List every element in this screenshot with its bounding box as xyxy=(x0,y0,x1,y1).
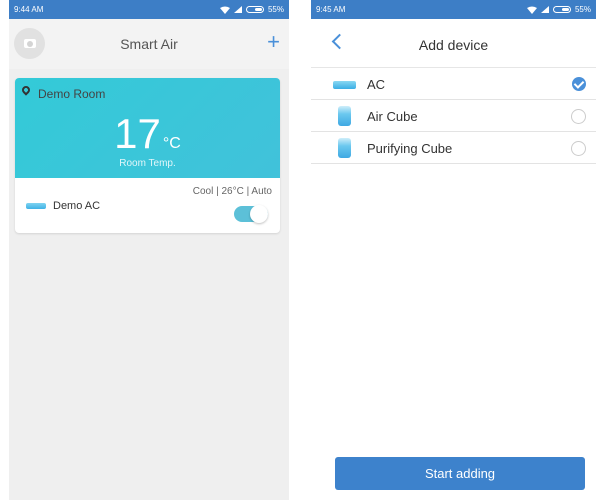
device-row-demo-ac[interactable]: Demo AC Cool | 26°C | Auto xyxy=(15,178,280,233)
purifying-cube-icon xyxy=(338,138,351,158)
list-item-label: Purifying Cube xyxy=(367,141,453,156)
status-bar: 9:45 AM 55% xyxy=(311,0,596,19)
signal-icon xyxy=(233,6,242,13)
start-adding-button[interactable]: Start adding xyxy=(335,457,585,490)
device-name: Demo AC xyxy=(53,200,101,212)
battery-level: 55% xyxy=(267,5,284,14)
signal-icon xyxy=(540,6,549,13)
list-item-ac[interactable]: AC xyxy=(311,68,596,100)
ac-icon xyxy=(333,81,356,89)
list-item-air-cube[interactable]: Air Cube xyxy=(311,100,596,132)
battery-icon xyxy=(552,6,571,13)
status-bar: 9:44 AM 55% xyxy=(9,0,289,19)
room-card[interactable]: Demo Room 17 °C Room Temp. Demo AC Cool |… xyxy=(15,78,280,233)
radio-unchecked-icon[interactable] xyxy=(571,141,586,156)
wifi-icon xyxy=(219,6,230,14)
page-title: Smart Air xyxy=(120,36,178,52)
temperature-unit: °C xyxy=(162,135,181,152)
list-item-label: AC xyxy=(367,77,386,92)
room-temperature-panel: Demo Room 17 °C Room Temp. xyxy=(15,78,280,178)
toggle-knob xyxy=(250,205,268,223)
list-item-purifying-cube[interactable]: Purifying Cube xyxy=(311,132,596,164)
battery-icon xyxy=(245,6,264,13)
add-device-screen: 9:45 AM 55% Add device AC Air Cube Purif… xyxy=(311,0,596,500)
temperature-display: 17 °C xyxy=(15,113,280,155)
header: Smart Air + xyxy=(9,19,289,69)
page-title: Add device xyxy=(418,37,489,53)
location-pin-icon xyxy=(20,84,32,96)
device-status: Cool | 26°C | Auto xyxy=(192,186,272,197)
status-time: 9:44 AM xyxy=(14,5,44,14)
header: Add device xyxy=(311,19,596,68)
radio-checked-icon[interactable] xyxy=(572,77,586,91)
add-device-plus-icon[interactable]: + xyxy=(267,31,280,53)
temperature-value: 17 xyxy=(114,110,161,157)
ac-unit-icon xyxy=(26,203,46,209)
battery-level: 55% xyxy=(574,5,591,14)
room-name: Demo Room xyxy=(38,87,106,101)
home-screen: 9:44 AM 55% Smart Air + Demo Room 17 °C R… xyxy=(9,0,289,500)
list-item-label: Air Cube xyxy=(367,109,418,124)
air-cube-icon xyxy=(338,106,351,126)
device-type-list: AC Air Cube Purifying Cube xyxy=(311,68,596,164)
wifi-icon xyxy=(526,6,537,14)
radio-unchecked-icon[interactable] xyxy=(571,109,586,124)
status-time: 9:45 AM xyxy=(316,5,346,14)
temperature-label: Room Temp. xyxy=(119,158,176,169)
power-toggle[interactable] xyxy=(234,205,268,223)
